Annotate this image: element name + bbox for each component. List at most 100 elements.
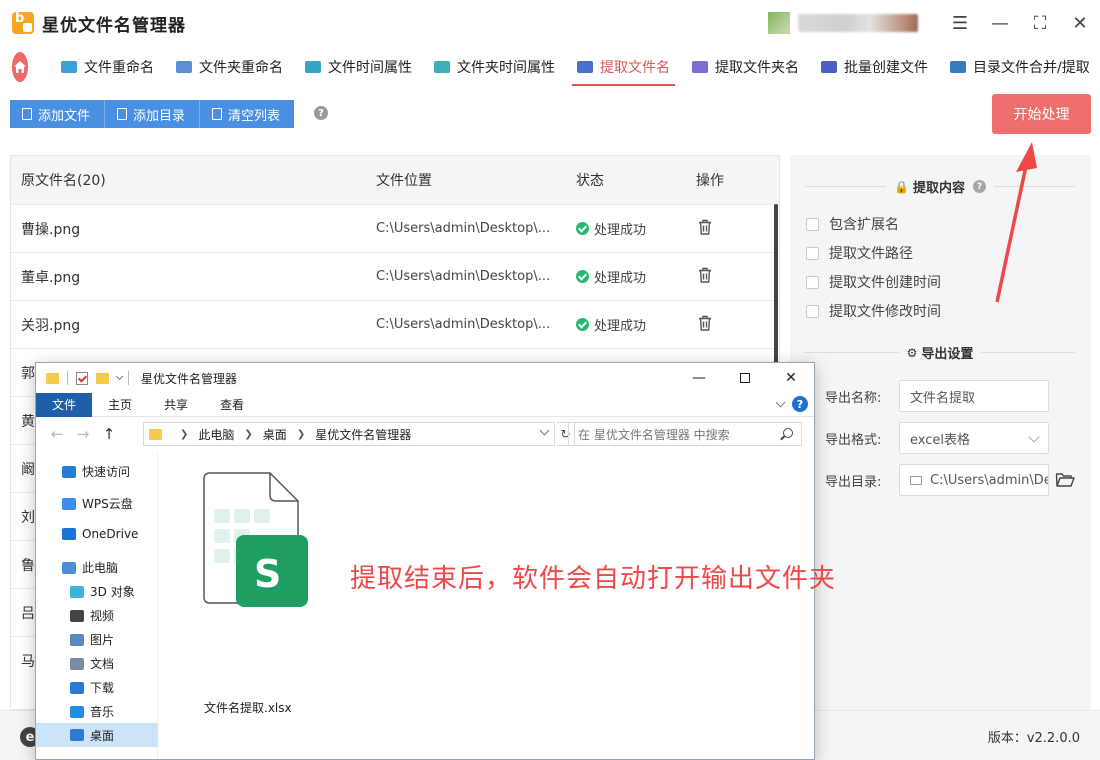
tab-label: 目录文件合并/提取 (973, 60, 1090, 76)
add-file-button[interactable]: 添加文件 (10, 100, 106, 128)
user-avatar[interactable] (768, 12, 790, 34)
tab-3[interactable]: 文件夹时间属性 (423, 46, 566, 88)
explorer-ribbon: 文件 主页 共享 查看 ? (36, 392, 814, 417)
explorer-body: 快速访问 WPS云盘 OneDrive 此电脑 3D 对象 视频 图片 文档 下载 音乐 桌面 S … (36, 453, 814, 759)
row-filename: 阚 (21, 461, 35, 478)
folder-icon (117, 108, 128, 120)
ribbon-tab-file[interactable]: 文件 (36, 392, 92, 417)
app-logo-icon (12, 12, 34, 34)
ribbon-tab-view[interactable]: 查看 (204, 393, 260, 417)
tab-6[interactable]: 批量创建文件 (810, 46, 939, 88)
option-checkbox[interactable] (806, 304, 819, 318)
export-name-input[interactable]: 文件名提取 (899, 380, 1049, 412)
tab-0[interactable]: 文件重命名 (50, 46, 165, 88)
ribbon-tab-share[interactable]: 共享 (148, 393, 204, 417)
batch-create-icon (821, 61, 837, 73)
header-filename[interactable]: 原文件名(20) (21, 170, 106, 190)
export-dir-input[interactable]: C:\Users\admin\Des (899, 464, 1049, 496)
minimize-button[interactable]: — (980, 0, 1020, 46)
header-location[interactable]: 文件位置 (376, 170, 432, 190)
export-format-select[interactable]: excel表格 (899, 422, 1049, 454)
nav-pane-item[interactable]: OneDrive (62, 527, 138, 541)
add-dir-button[interactable]: 添加目录 (105, 100, 201, 128)
option-row[interactable]: 提取文件创建时间 (806, 272, 941, 292)
up-arrow-icon[interactable]: ↑ (96, 425, 122, 443)
option-row[interactable]: 提取文件修改时间 (806, 301, 941, 321)
computer-icon (62, 561, 76, 574)
breadcrumb-desktop[interactable]: 桌面 (263, 426, 287, 443)
explorer-close-button[interactable]: ✕ (768, 363, 814, 393)
nav-pane-item[interactable]: 音乐 (70, 703, 114, 720)
header-status[interactable]: 状态 (576, 170, 604, 190)
nav-pane-item[interactable]: 视频 (70, 607, 114, 624)
row-filename: 曹操.png (21, 221, 81, 238)
table-row[interactable]: 董卓.png C:\Users\admin\Desktop\... 处理成功 (11, 252, 779, 300)
option-row[interactable]: 提取文件路径 (806, 243, 913, 263)
nav-pane-item[interactable]: 3D 对象 (70, 583, 135, 600)
option-checkbox[interactable] (806, 275, 819, 289)
option-row[interactable]: 包含扩展名 (806, 214, 899, 234)
help-icon[interactable]: ? (314, 106, 328, 120)
table-row[interactable]: 曹操.png C:\Users\admin\Desktop\... 处理成功 (11, 204, 779, 252)
row-location: C:\Users\admin\Desktop\... (376, 317, 551, 332)
navigation-pane: 快速访问 WPS云盘 OneDrive 此电脑 3D 对象视频图片文档下载音乐桌面 (36, 453, 158, 759)
download-icon (70, 681, 84, 694)
tab-1[interactable]: 文件夹重命名 (165, 46, 294, 88)
back-arrow-icon[interactable]: ← (44, 425, 70, 443)
help-icon[interactable]: ? (792, 396, 808, 412)
export-format-row: 导出格式: excel表格 (825, 422, 1049, 454)
nav-pane-item[interactable]: 快速访问 (62, 463, 130, 480)
folder-open-icon[interactable] (1055, 471, 1075, 489)
ribbon-tab-home[interactable]: 主页 (92, 393, 148, 417)
nav-pane-item[interactable]: 此电脑 (62, 559, 118, 576)
search-placeholder: 在 星优文件名管理器 中搜索 (578, 427, 730, 442)
tab-2[interactable]: 文件时间属性 (294, 46, 423, 88)
tab-7[interactable]: 目录文件合并/提取 (939, 46, 1100, 88)
nav-pane-item[interactable]: 下载 (70, 679, 114, 696)
nav-pane-item[interactable]: 文档 (70, 655, 114, 672)
delete-row-trash-icon[interactable] (696, 314, 714, 336)
nav-pane-item[interactable]: WPS云盘 (62, 495, 133, 512)
search-icon (783, 428, 793, 438)
properties-icon[interactable] (76, 371, 88, 385)
cube-icon (70, 585, 84, 598)
address-dropdown-icon[interactable] (539, 425, 550, 436)
delete-row-trash-icon[interactable] (696, 218, 714, 240)
forward-arrow-icon[interactable]: → (70, 425, 96, 443)
breadcrumb-this-pc[interactable]: 此电脑 (198, 426, 234, 443)
export-title-text: 导出设置 (921, 347, 974, 362)
row-filename: 吕 (21, 605, 35, 622)
nav-pane-item[interactable]: 桌面 (36, 723, 158, 747)
onedrive-icon (62, 528, 76, 540)
user-name-blurred[interactable] (798, 14, 918, 32)
file-rename-icon (61, 61, 77, 73)
option-checkbox[interactable] (806, 217, 819, 231)
home-button[interactable] (12, 52, 28, 82)
sheet-badge: S (254, 552, 281, 596)
export-name-row: 导出名称: 文件名提取 (825, 380, 1049, 412)
chevron-down-icon[interactable] (115, 372, 124, 381)
tab-5[interactable]: 提取文件夹名 (681, 46, 810, 88)
nav-pane-item[interactable]: 图片 (70, 631, 114, 648)
clear-list-button[interactable]: 清空列表 (200, 100, 295, 128)
address-bar[interactable]: ❯ 此电脑 ❯ 桌面 ❯ 星优文件名管理器 (143, 422, 555, 446)
option-checkbox[interactable] (806, 246, 819, 260)
breadcrumb-folder[interactable]: 星优文件名管理器 (315, 426, 411, 443)
settings-menu-icon[interactable]: ☰ (940, 0, 980, 46)
start-process-button[interactable]: 开始处理 (992, 94, 1091, 134)
search-input[interactable]: 在 星优文件名管理器 中搜索 (568, 422, 802, 446)
help-icon[interactable]: ? (972, 180, 986, 193)
nav-pane-label: OneDrive (82, 527, 139, 541)
tab-4[interactable]: 提取文件名 (566, 46, 681, 88)
maximize-button[interactable]: ⛶ (1020, 0, 1060, 46)
explorer-minimize-button[interactable]: — (676, 363, 722, 393)
delete-row-trash-icon[interactable] (696, 266, 714, 288)
new-folder-icon[interactable] (96, 372, 109, 384)
explorer-maximize-button[interactable] (722, 363, 768, 393)
row-filename: 刘 (21, 509, 35, 526)
xlsx-file-item[interactable]: S (196, 469, 316, 613)
folder-time-icon (434, 61, 450, 73)
close-button[interactable]: ✕ (1060, 0, 1100, 46)
table-row[interactable]: 关羽.png C:\Users\admin\Desktop\... 处理成功 (11, 300, 779, 348)
expand-ribbon-icon[interactable] (775, 397, 786, 408)
